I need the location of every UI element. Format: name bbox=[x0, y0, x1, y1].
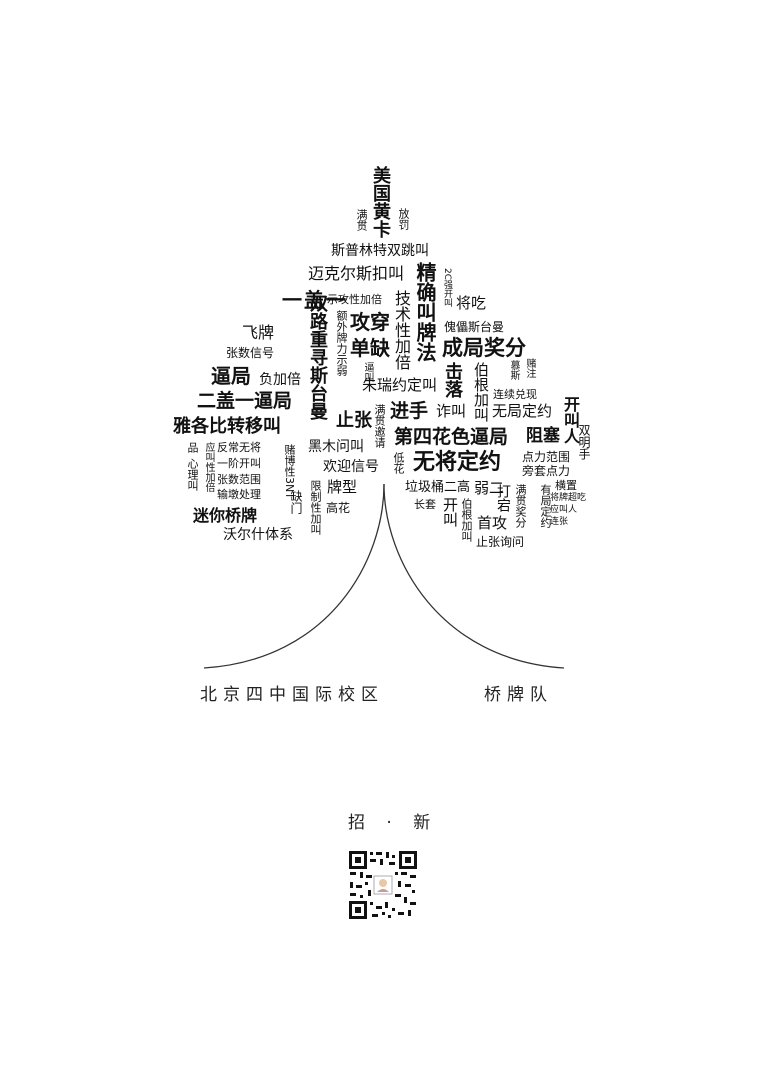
word: 迈克尔斯扣叫 bbox=[308, 264, 405, 283]
word: 品 bbox=[186, 442, 199, 453]
word: 张数信号 bbox=[226, 346, 275, 360]
word: 反常无将 bbox=[217, 441, 261, 454]
word: 横置 bbox=[555, 479, 577, 492]
word: 满贯邀请 bbox=[373, 404, 386, 448]
word: 成局奖分 bbox=[442, 336, 526, 360]
word: 技术性加倍 bbox=[392, 290, 411, 370]
word: 诈叫 bbox=[436, 402, 467, 420]
word: 赌注 bbox=[524, 358, 535, 378]
word: 缺门 bbox=[289, 490, 303, 514]
poster: 美国黄卡 满贯 放罚 斯普林特双跳叫 迈克尔斯扣叫 精确叫牌法 2C强开叫 将吃… bbox=[0, 0, 768, 1086]
word: 穿 bbox=[370, 310, 390, 334]
word: 无局定约 bbox=[492, 402, 553, 420]
word: 高花 bbox=[326, 501, 351, 515]
word: 打宕 bbox=[495, 484, 511, 512]
word: 缺 bbox=[370, 336, 390, 360]
word: 单 bbox=[350, 336, 370, 360]
word: 欢迎信号 bbox=[323, 459, 379, 475]
word: 连张 bbox=[550, 517, 569, 527]
word: 将牌超吃 bbox=[550, 493, 587, 503]
word: 应叫人 bbox=[550, 505, 578, 515]
word: 斯普林特双跳叫 bbox=[331, 243, 429, 259]
word: 黑木问叫 bbox=[308, 439, 364, 455]
word: 输墩处理 bbox=[217, 488, 261, 501]
word: 第四花色逼局 bbox=[394, 426, 509, 448]
word: 傀儡斯台曼 bbox=[444, 320, 505, 334]
word: 伯根加叫 bbox=[460, 498, 473, 542]
word: 止张询问 bbox=[476, 535, 525, 549]
word: 满贯奖分 bbox=[514, 484, 527, 528]
word: 伯根加叫 bbox=[472, 362, 490, 422]
team-name: 桥牌队 bbox=[484, 685, 553, 705]
word: 双路重寻斯台曼 bbox=[307, 294, 328, 420]
word: 心理叫 bbox=[186, 458, 199, 491]
word: 放罚 bbox=[397, 208, 410, 230]
word: 阻塞 bbox=[526, 426, 560, 446]
word: 将吃 bbox=[456, 294, 487, 312]
word: 朱瑞约定叫 bbox=[362, 376, 438, 394]
word: 美国黄卡 bbox=[370, 166, 391, 238]
school-name: 北京四中国际校区 bbox=[200, 685, 384, 705]
word: 二盖一逼局 bbox=[197, 390, 293, 412]
word: 点力范围 bbox=[522, 450, 571, 464]
word: 迷你桥牌 bbox=[193, 506, 258, 525]
word: 沃尔什体系 bbox=[223, 527, 293, 543]
word: 飞牌 bbox=[242, 323, 275, 342]
word: 首攻 bbox=[477, 514, 508, 532]
word: 负加倍 bbox=[259, 372, 301, 388]
word: 旁套点力 bbox=[522, 464, 571, 478]
word: 牌型 bbox=[327, 478, 358, 496]
word: 长套 bbox=[414, 498, 436, 511]
recruitment-label: 招 · 新 bbox=[348, 813, 439, 833]
word: 无将定约 bbox=[413, 450, 502, 475]
word: 2C强开叫 bbox=[442, 268, 452, 308]
word: 攻 bbox=[350, 310, 370, 334]
spade-stem-curves bbox=[203, 483, 565, 669]
word: 精确叫牌法 bbox=[413, 262, 437, 362]
word: 开叫 bbox=[441, 497, 459, 527]
word: 满贯 bbox=[355, 209, 368, 231]
word: 应叫性加倍 bbox=[203, 442, 214, 492]
word: 雅各比转移叫 bbox=[173, 416, 281, 437]
word: 止张 bbox=[336, 410, 372, 431]
word: 低花 bbox=[392, 452, 405, 474]
word: 一阶开叫 bbox=[217, 457, 261, 470]
word: 开叫人 bbox=[561, 396, 580, 444]
word: 额外牌力示弱 bbox=[335, 310, 348, 376]
word: 慕斯 bbox=[508, 360, 519, 380]
word: 张数范围 bbox=[217, 473, 261, 486]
word: 进手 bbox=[390, 400, 429, 422]
word: 连续兑现 bbox=[493, 388, 537, 401]
word: 击落 bbox=[442, 362, 463, 398]
word: 逼局 bbox=[211, 364, 251, 388]
word: 限制性加叫 bbox=[309, 480, 322, 535]
word: 垃圾桶二高 bbox=[405, 480, 471, 495]
qr-code bbox=[348, 850, 418, 920]
